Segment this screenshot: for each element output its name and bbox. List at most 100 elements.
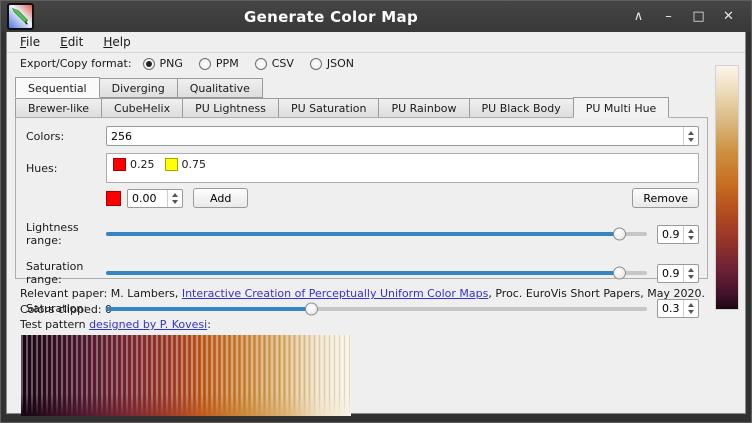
spin-up-icon[interactable]: [688, 229, 694, 233]
add-hue-button[interactable]: Add: [193, 188, 248, 208]
hues-label: Hues:: [26, 162, 106, 175]
remove-hue-button[interactable]: Remove: [632, 188, 699, 208]
radio-json-label: JSON: [327, 57, 354, 70]
window-controls: ∧ – □ ✕: [628, 6, 739, 27]
saturation-range-input[interactable]: [658, 265, 683, 282]
radio-json-indicator[interactable]: [310, 58, 322, 70]
lightness-range-spinbox: [657, 225, 699, 244]
radio-png-label: PNG: [160, 57, 183, 70]
tab-pu-black-body[interactable]: PU Black Body: [469, 98, 574, 118]
hue-value: 0.25: [130, 158, 155, 171]
hue-color-swatch[interactable]: [113, 158, 126, 171]
tab-pu-multi-hue[interactable]: PU Multi Hue: [573, 97, 670, 118]
saturation-range-row: Saturation range:: [26, 260, 699, 286]
hues-row: Hues: 0.25 0.75: [26, 153, 699, 183]
radio-png[interactable]: PNG: [143, 57, 183, 70]
export-format-row: Export/Copy format: PNG PPM CSV JSON: [7, 53, 745, 74]
pencil-icon: [9, 5, 32, 28]
slider-handle[interactable]: [613, 228, 626, 241]
saturation-label: Saturation:: [26, 302, 106, 315]
colormeasures-link[interactable]: colormeasures.org: [220, 420, 322, 423]
slider-handle[interactable]: [305, 302, 318, 315]
new-hue-spinbox: [127, 189, 183, 208]
colors-spin-arrows[interactable]: [683, 127, 698, 145]
tab-pu-saturation[interactable]: PU Saturation: [278, 98, 380, 118]
tab-qualitative[interactable]: Qualitative: [177, 78, 263, 98]
saturation-row: Saturation:: [26, 299, 699, 318]
tab-brewer-like[interactable]: Brewer-like: [15, 98, 102, 118]
spin-down-icon[interactable]: [688, 310, 694, 314]
tab-sequential[interactable]: Sequential: [15, 77, 100, 98]
new-hue-input[interactable]: [128, 190, 167, 207]
hue-color-swatch[interactable]: [165, 158, 178, 171]
test-pattern-stripes: [21, 335, 351, 416]
test-pattern-image: [21, 335, 351, 416]
lightness-range-input[interactable]: [658, 226, 683, 243]
menu-bar: File Edit Help: [7, 32, 745, 53]
slider-fill: [106, 232, 620, 236]
menu-file[interactable]: File: [20, 35, 40, 49]
pu-multi-hue-panel: Colors: Hues: 0.25: [15, 117, 708, 279]
radio-csv-indicator[interactable]: [255, 58, 267, 70]
spin-down-icon[interactable]: [688, 275, 694, 279]
menu-help[interactable]: Help: [103, 35, 130, 49]
spin-down-icon[interactable]: [688, 236, 694, 240]
lightness-range-label: Lightness range:: [26, 221, 106, 247]
colors-input[interactable]: [107, 127, 683, 145]
window-content: File Edit Help Export/Copy format: PNG P…: [6, 32, 746, 414]
hues-list[interactable]: 0.25 0.75: [106, 153, 699, 183]
colors-row: Colors:: [26, 126, 699, 146]
hue-value: 0.75: [182, 158, 207, 171]
kovesi-link[interactable]: designed by P. Kovesi: [89, 318, 207, 331]
new-hue-spin-arrows[interactable]: [167, 190, 182, 207]
spin-down-icon[interactable]: [172, 200, 178, 204]
shade-button[interactable]: ∧: [628, 6, 649, 27]
colormap-preview-bar: [716, 66, 738, 309]
test-pattern-line: Test pattern designed by P. Kovesi:: [20, 317, 733, 333]
app-icon: [7, 3, 34, 30]
radio-ppm[interactable]: PPM: [199, 57, 239, 70]
tip-line: Tip: Export as JSON and evaluate at colo…: [20, 419, 733, 423]
spin-up-icon[interactable]: [172, 193, 178, 197]
saturation-range-spinbox: [657, 264, 699, 283]
maximize-button[interactable]: □: [688, 6, 709, 27]
radio-png-indicator[interactable]: [143, 58, 155, 70]
spin-up-icon[interactable]: [688, 268, 694, 272]
radio-csv-label: CSV: [272, 57, 294, 70]
radio-csv[interactable]: CSV: [255, 57, 294, 70]
sub-tab-bar: Brewer-like CubeHelix PU Lightness PU Sa…: [7, 97, 745, 118]
saturation-slider[interactable]: [106, 307, 647, 311]
hue-item[interactable]: 0.25: [113, 158, 155, 171]
tab-pu-rainbow[interactable]: PU Rainbow: [378, 98, 469, 118]
spin-up-icon[interactable]: [688, 303, 694, 307]
menu-edit[interactable]: Edit: [60, 35, 83, 49]
radio-ppm-label: PPM: [216, 57, 239, 70]
close-button[interactable]: ✕: [718, 6, 739, 27]
new-hue-color-swatch[interactable]: [106, 191, 121, 206]
radio-json[interactable]: JSON: [310, 57, 354, 70]
hue-edit-row: Add Remove: [26, 188, 699, 208]
minimize-button[interactable]: –: [658, 6, 679, 27]
tab-pu-lightness[interactable]: PU Lightness: [182, 98, 279, 118]
slider-handle[interactable]: [613, 267, 626, 280]
export-format-label: Export/Copy format:: [20, 57, 132, 70]
tab-cubehelix[interactable]: CubeHelix: [101, 98, 183, 118]
saturation-input[interactable]: [658, 300, 683, 317]
saturation-spinbox: [657, 299, 699, 318]
hue-item[interactable]: 0.75: [165, 158, 207, 171]
lightness-range-row: Lightness range:: [26, 221, 699, 247]
slider-fill: [106, 307, 312, 311]
app-window: Generate Color Map ∧ – □ ✕ File Edit Hel…: [0, 0, 752, 423]
window-title: Generate Color Map: [34, 8, 628, 26]
saturation-range-slider[interactable]: [106, 271, 647, 275]
spin-down-icon[interactable]: [688, 138, 694, 142]
main-tab-bar: Sequential Diverging Qualitative: [7, 77, 745, 98]
radio-ppm-indicator[interactable]: [199, 58, 211, 70]
colors-spinbox: [106, 126, 699, 146]
export-format-options: PNG PPM CSV JSON: [143, 57, 354, 70]
lightness-range-slider[interactable]: [106, 232, 647, 236]
colors-label: Colors:: [26, 130, 106, 143]
spin-up-icon[interactable]: [688, 131, 694, 135]
title-bar: Generate Color Map ∧ – □ ✕: [1, 1, 751, 32]
tab-diverging[interactable]: Diverging: [99, 78, 178, 98]
